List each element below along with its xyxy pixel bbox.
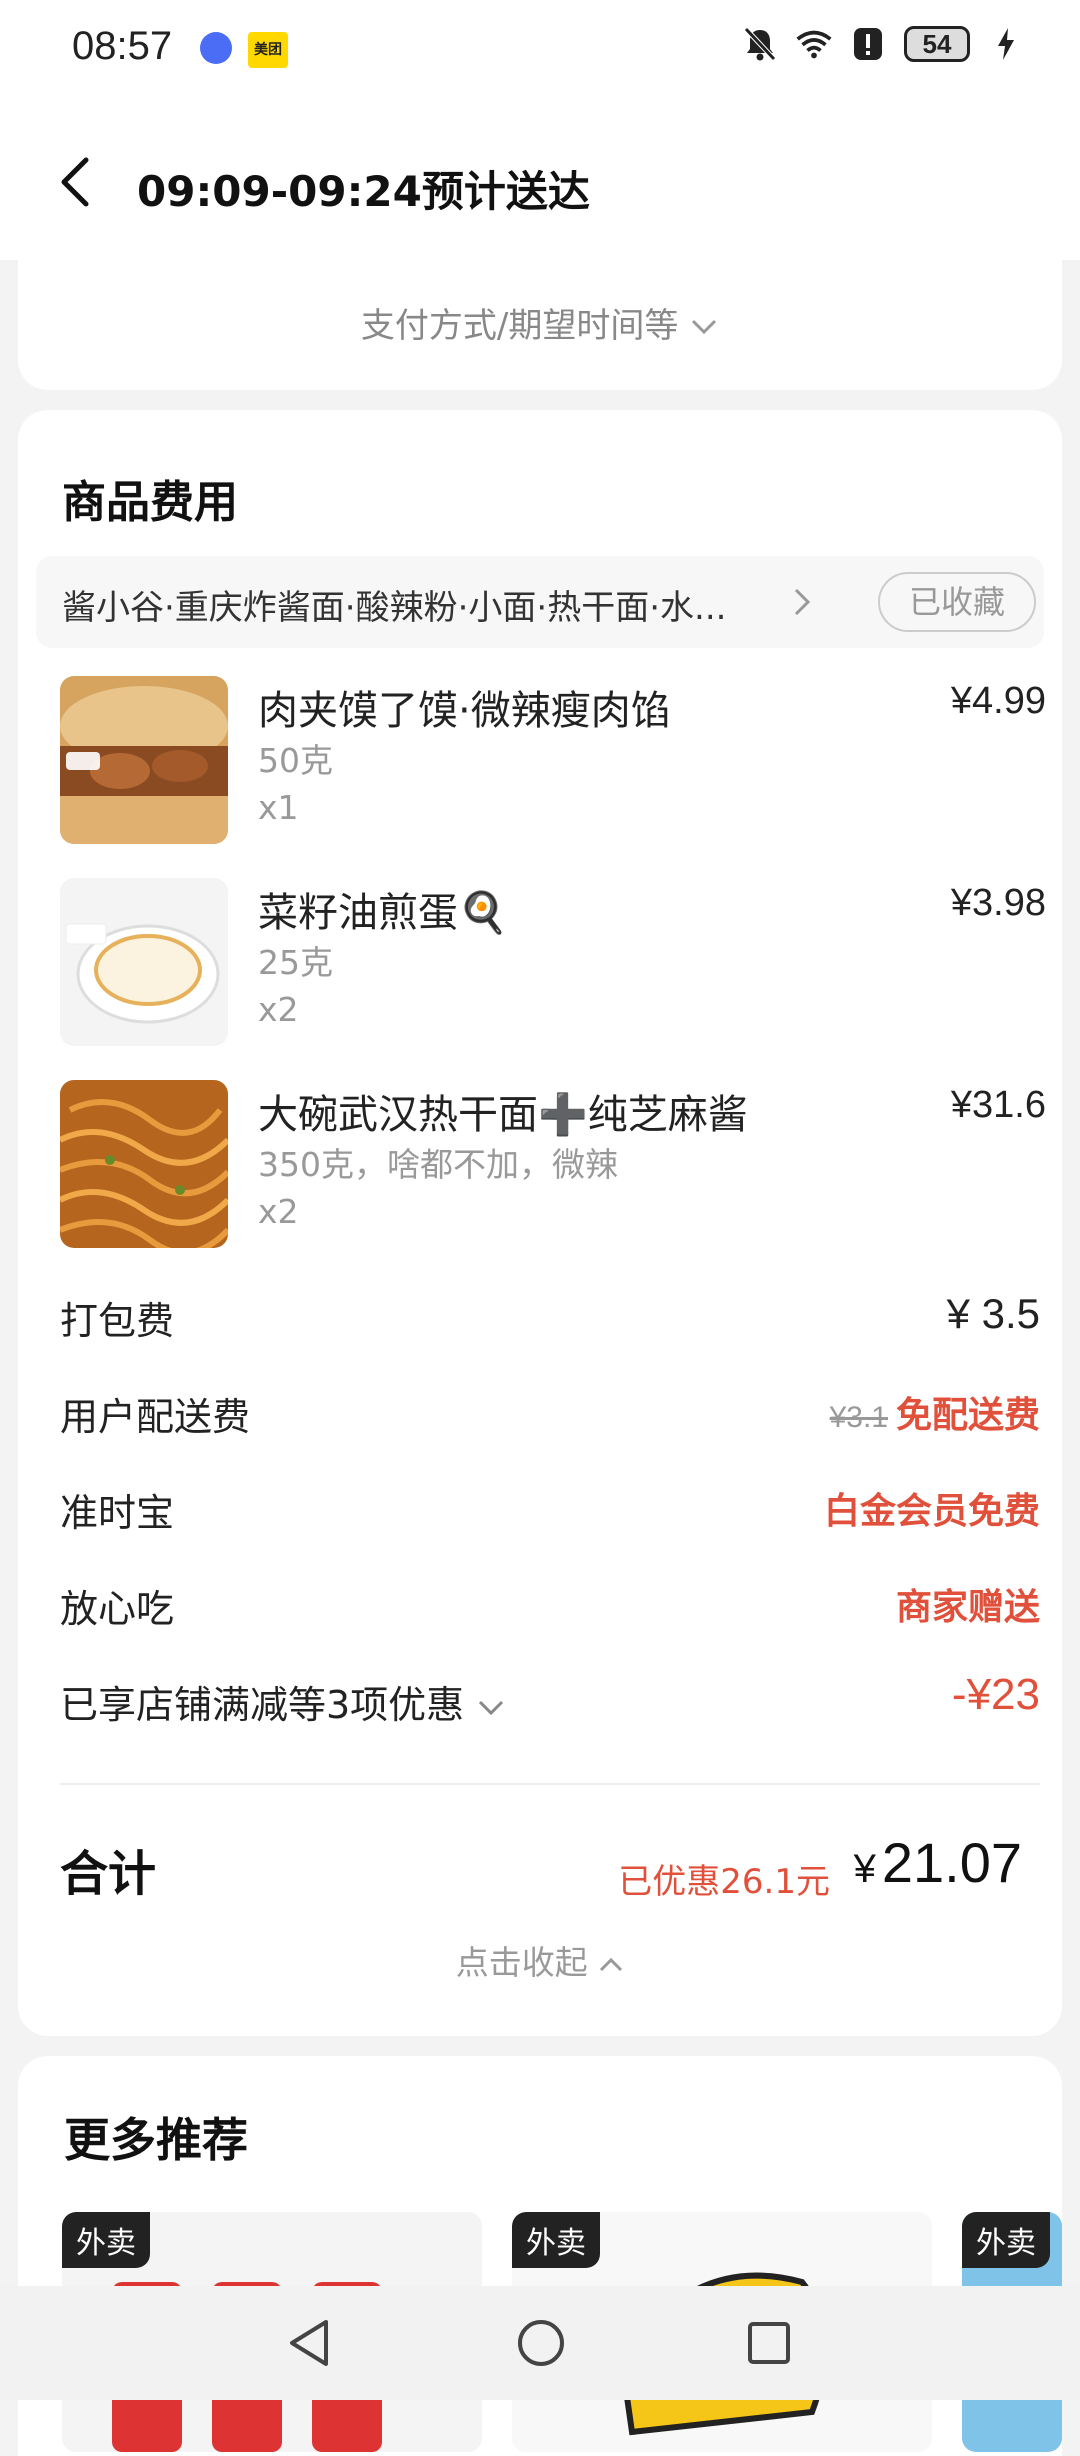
fee-label: 准时宝 xyxy=(60,1491,175,1535)
total-amount: ¥21.07 xyxy=(854,1830,1022,1895)
mute-bell-icon xyxy=(742,26,778,62)
item-quantity: x2 xyxy=(258,990,299,1029)
chevron-right-icon xyxy=(788,582,816,622)
recommendations-title: 更多推荐 xyxy=(64,2113,248,2167)
nav-back-icon[interactable] xyxy=(284,2316,334,2370)
fee-label: 已享店铺满减等3项优惠 xyxy=(60,1683,465,1727)
goods-cost-card: 商品费用 酱小谷·重庆炸酱面·酸辣粉·小面·热干面·水... 已收藏 肉夹馍了馍… xyxy=(18,410,1062,2036)
hot-dry-noodles-thumbnail xyxy=(60,1080,228,1248)
item-price: ¥4.99 xyxy=(950,680,1046,722)
status-bar: 08:57 美团 54 xyxy=(0,0,1080,100)
payment-options-toggle[interactable]: 支付方式/期望时间等 xyxy=(18,298,1062,347)
fee-value: ¥3.1 免配送费 xyxy=(830,1386,1040,1438)
item-price: ¥3.98 xyxy=(950,882,1046,924)
collapse-toggle[interactable]: 点击收起 xyxy=(18,1936,1062,1984)
top-header: 09:09-09:24预计送达 xyxy=(0,100,1080,260)
payment-options-label: 支付方式/期望时间等 xyxy=(360,306,679,346)
fee-value: 白金会员免费 xyxy=(823,1491,1040,1532)
item-spec: 50克 xyxy=(258,741,333,780)
alert-icon xyxy=(850,26,886,62)
safe-eat-row: 放心吃 商家赠送 xyxy=(60,1578,1040,1638)
chevron-up-icon xyxy=(598,1943,624,1982)
payment-card: 支付方式/期望时间等 xyxy=(18,240,1062,390)
order-item: 菜籽油煎蛋🍳 25克 x2 ¥3.98 xyxy=(60,878,1046,1048)
item-quantity: x2 xyxy=(258,1192,299,1231)
page-title: 09:09-09:24预计送达 xyxy=(137,167,590,216)
delivery-tag: 外卖 xyxy=(62,2212,150,2268)
discount-label-group: 已享店铺满减等3项优惠 xyxy=(60,1674,506,1729)
ontime-guarantee-row: 准时宝 白金会员免费 xyxy=(60,1482,1040,1542)
system-navigation-bar xyxy=(0,2286,1080,2400)
wifi-icon xyxy=(796,26,832,62)
packing-fee-row: 打包费 ¥ 3.5 xyxy=(60,1290,1040,1350)
collapse-label: 点击收起 xyxy=(455,1943,588,1982)
item-name: 菜籽油煎蛋🍳 xyxy=(258,890,508,936)
battery-indicator: 54 xyxy=(904,26,970,62)
app-notification-icon xyxy=(200,32,232,64)
item-quantity: x1 xyxy=(258,788,299,827)
discount-value: -¥23 xyxy=(951,1670,1040,1719)
item-spec: 25克 xyxy=(258,943,333,982)
item-name: 大碗武汉热干面➕纯芝麻酱 xyxy=(258,1092,748,1138)
total-label: 合计 xyxy=(60,1846,157,1902)
saved-amount: 已优惠26.1元 xyxy=(618,1862,830,1902)
item-price: ¥31.6 xyxy=(950,1084,1046,1126)
section-title: 商品费用 xyxy=(62,477,238,528)
charging-bolt-icon xyxy=(988,26,1024,62)
fee-label: 放心吃 xyxy=(60,1587,175,1631)
nav-home-icon[interactable] xyxy=(514,2316,568,2370)
fee-value: 商家赠送 xyxy=(895,1587,1040,1628)
item-spec: 350克，啥都不加，微辣 xyxy=(258,1145,618,1184)
total-currency: ¥ xyxy=(853,1847,876,1891)
fee-label: 用户配送费 xyxy=(60,1395,251,1439)
favorited-button[interactable]: 已收藏 xyxy=(878,572,1036,632)
free-delivery-label: 免配送费 xyxy=(895,1395,1040,1436)
chevron-down-icon xyxy=(476,1683,506,1727)
item-name: 肉夹馍了馍·微辣瘦肉馅 xyxy=(258,688,671,734)
delivery-tag: 外卖 xyxy=(962,2212,1050,2268)
roujiamo-thumbnail xyxy=(60,676,228,844)
store-row[interactable]: 酱小谷·重庆炸酱面·酸辣粉·小面·热干面·水... 已收藏 xyxy=(36,556,1044,648)
fried-egg-thumbnail xyxy=(60,878,228,1046)
order-item: 肉夹馍了馍·微辣瘦肉馅 50克 x1 ¥4.99 xyxy=(60,676,1046,846)
meituan-notification-icon: 美团 xyxy=(248,32,288,68)
total-value: 21.07 xyxy=(881,1831,1022,1894)
nav-recents-icon[interactable] xyxy=(744,2316,794,2370)
back-arrow-icon[interactable] xyxy=(50,154,106,210)
original-delivery-fee: ¥3.1 xyxy=(829,1401,888,1434)
chevron-down-icon xyxy=(689,306,719,346)
discount-row[interactable]: 已享店铺满减等3项优惠 -¥23 xyxy=(60,1670,1040,1734)
order-item: 大碗武汉热干面➕纯芝麻酱 350克，啥都不加，微辣 x2 ¥31.6 xyxy=(60,1080,1046,1250)
store-name: 酱小谷·重庆炸酱面·酸辣粉·小面·热干面·水... xyxy=(62,588,727,628)
fee-value: ¥ 3.5 xyxy=(946,1290,1040,1337)
delivery-tag: 外卖 xyxy=(512,2212,600,2268)
status-time: 08:57 xyxy=(72,24,173,68)
divider xyxy=(60,1783,1040,1785)
delivery-fee-row: 用户配送费 ¥3.1 免配送费 xyxy=(60,1386,1040,1446)
fee-label: 打包费 xyxy=(60,1299,175,1343)
